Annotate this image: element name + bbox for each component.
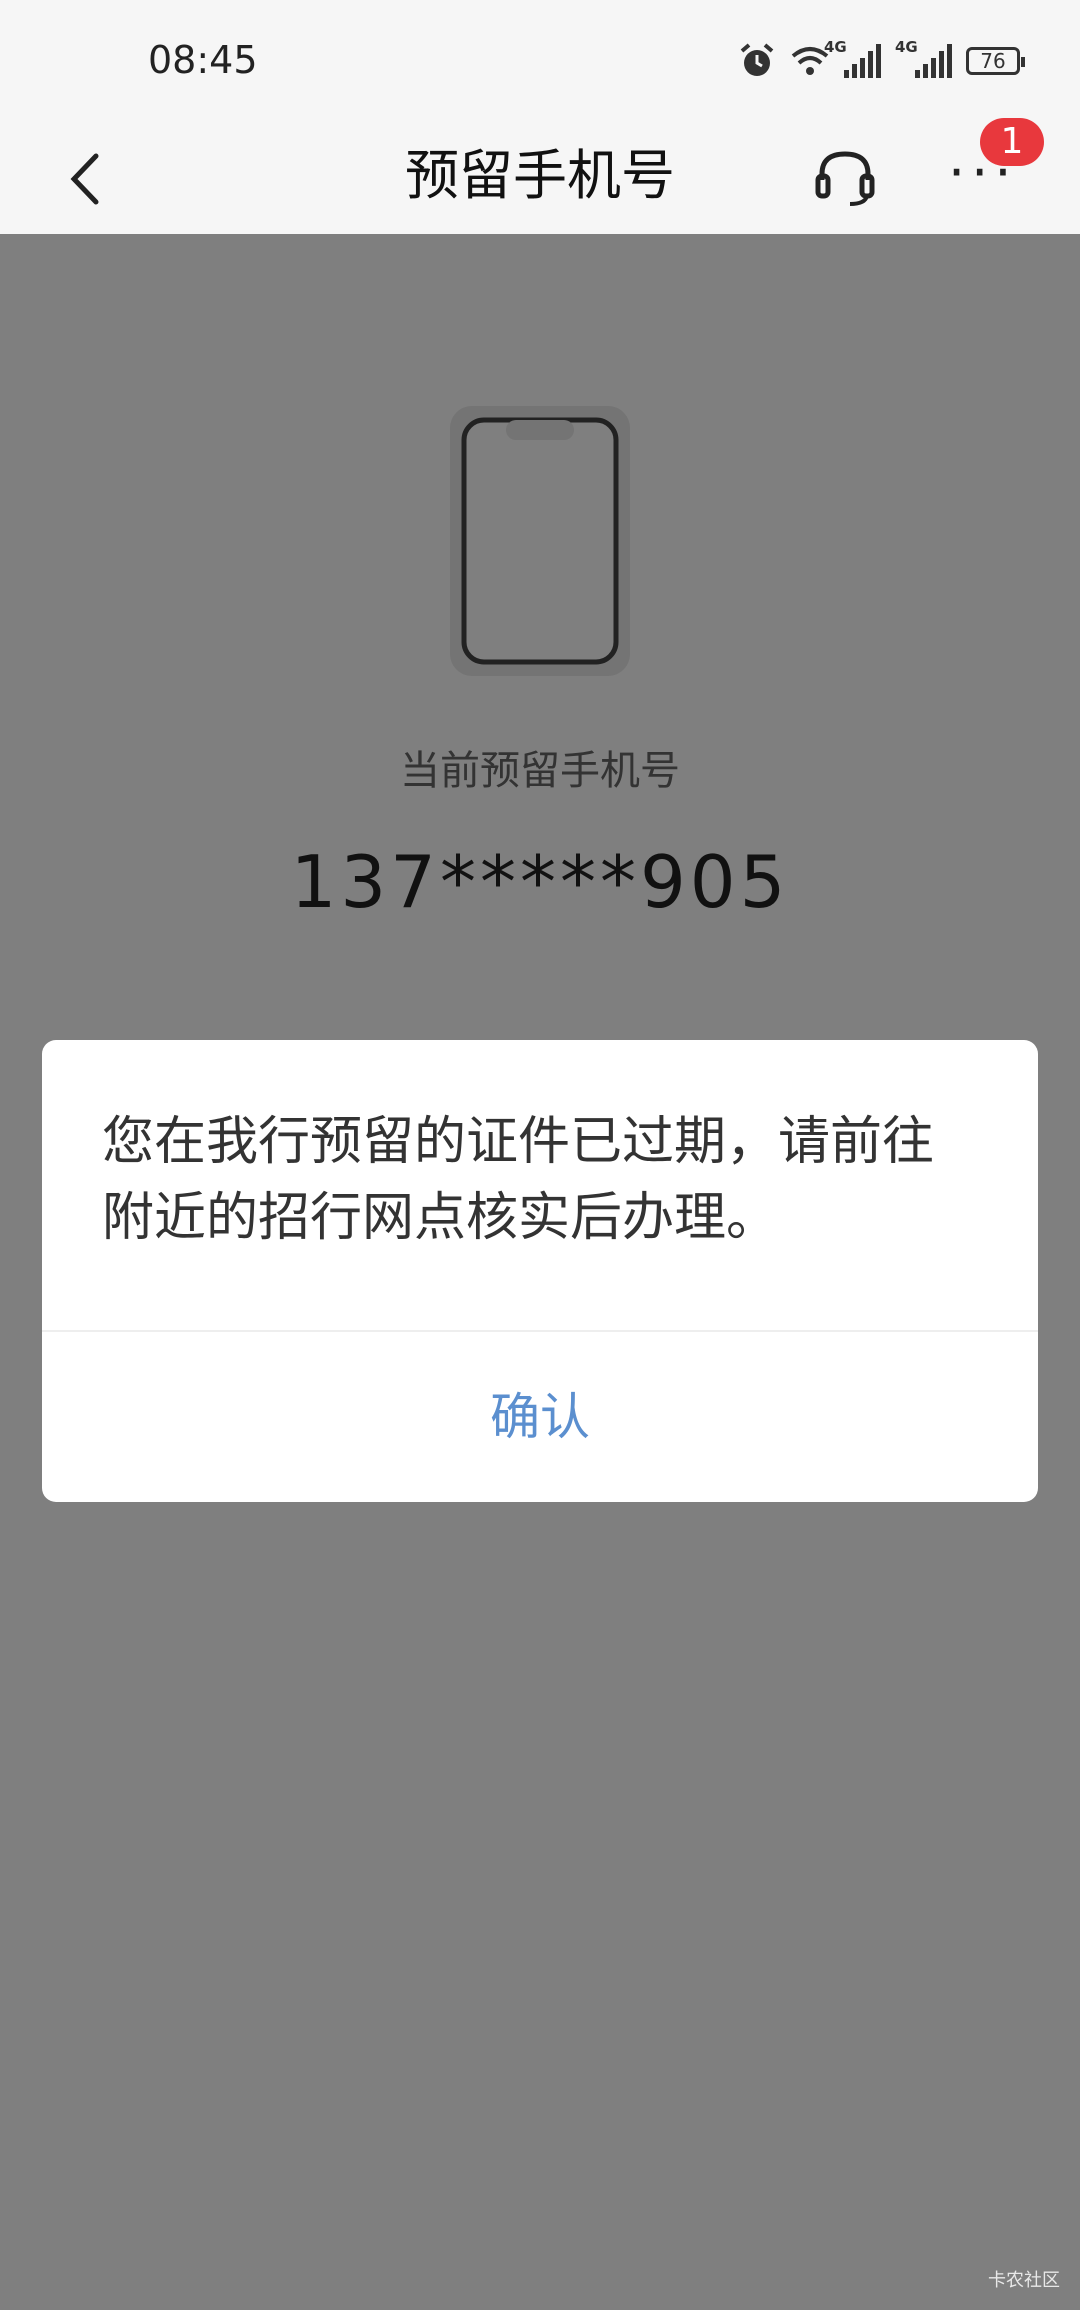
battery-icon: 76 — [966, 47, 1025, 75]
battery-level: 76 — [980, 49, 1006, 73]
status-icons: 4G 4G 76 — [738, 38, 1025, 84]
status-time: 08:45 — [148, 38, 258, 82]
network-type-right: 4G — [895, 38, 918, 56]
nav-bar: 预留手机号 ··· — [0, 124, 1080, 234]
network-type-left: 4G — [824, 38, 847, 56]
current-phone-label: 当前预留手机号 — [400, 748, 680, 794]
notification-badge: 1 — [980, 118, 1044, 166]
confirm-button[interactable]: 确认 — [42, 1332, 1038, 1502]
signal-icon: 4G — [824, 38, 881, 78]
dialog-message: 您在我行预留的证件已过期，请前往附近的招行网点核实后办理。 — [102, 1112, 935, 1248]
alert-dialog: 您在我行预留的证件已过期，请前往附近的招行网点核实后办理。 确认 — [42, 1040, 1038, 1502]
headset-icon — [815, 151, 875, 206]
phone-illustration-icon — [450, 406, 630, 676]
watermark: 卡农社区 — [988, 2270, 1060, 2291]
page-title: 预留手机号 — [405, 144, 675, 207]
customer-service-button[interactable] — [810, 142, 880, 212]
phone-number: 137*****905 — [290, 840, 790, 924]
alarm-icon — [740, 43, 774, 76]
signal-icon: 4G — [895, 38, 952, 78]
status-bar: 08:45 4G 4G 76 — [0, 0, 1080, 124]
